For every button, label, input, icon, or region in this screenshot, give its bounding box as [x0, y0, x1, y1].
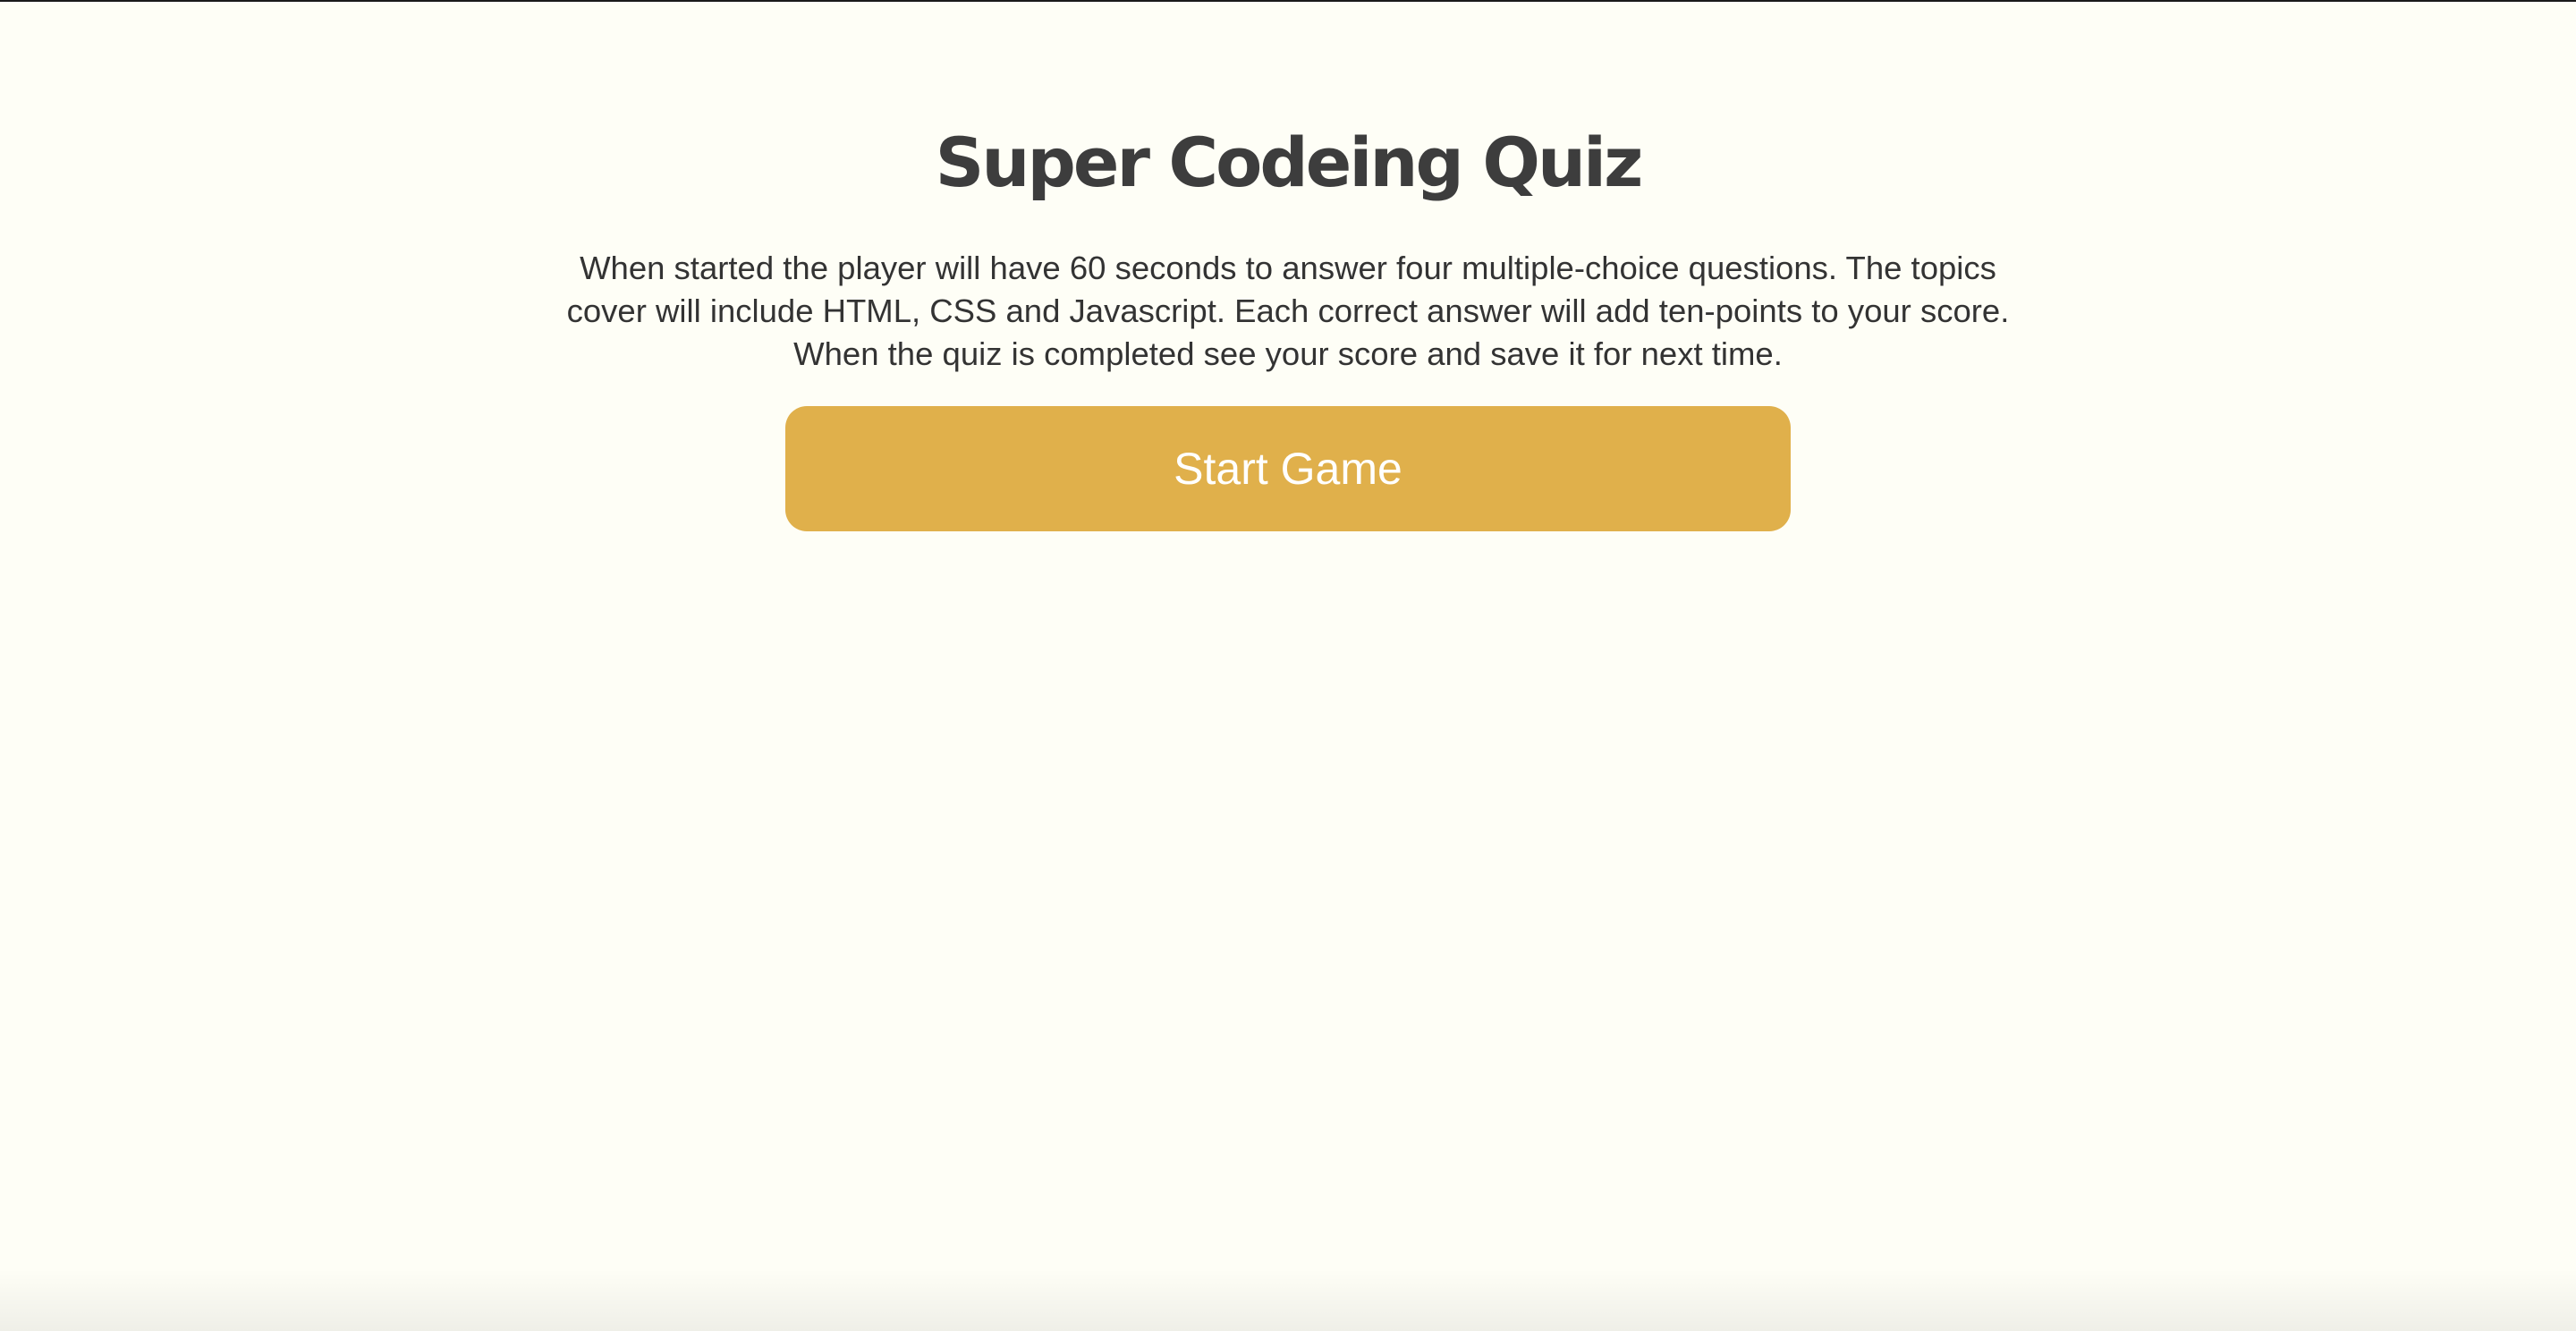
quiz-intro-screen: Super Codeing Quiz When started the play… — [0, 0, 2576, 531]
quiz-description: When started the player will have 60 sec… — [566, 250, 2010, 372]
bottom-shadow — [0, 1268, 2576, 1331]
start-game-button[interactable]: Start Game — [785, 406, 1791, 531]
page-title: Super Codeing Quiz — [935, 123, 1644, 202]
